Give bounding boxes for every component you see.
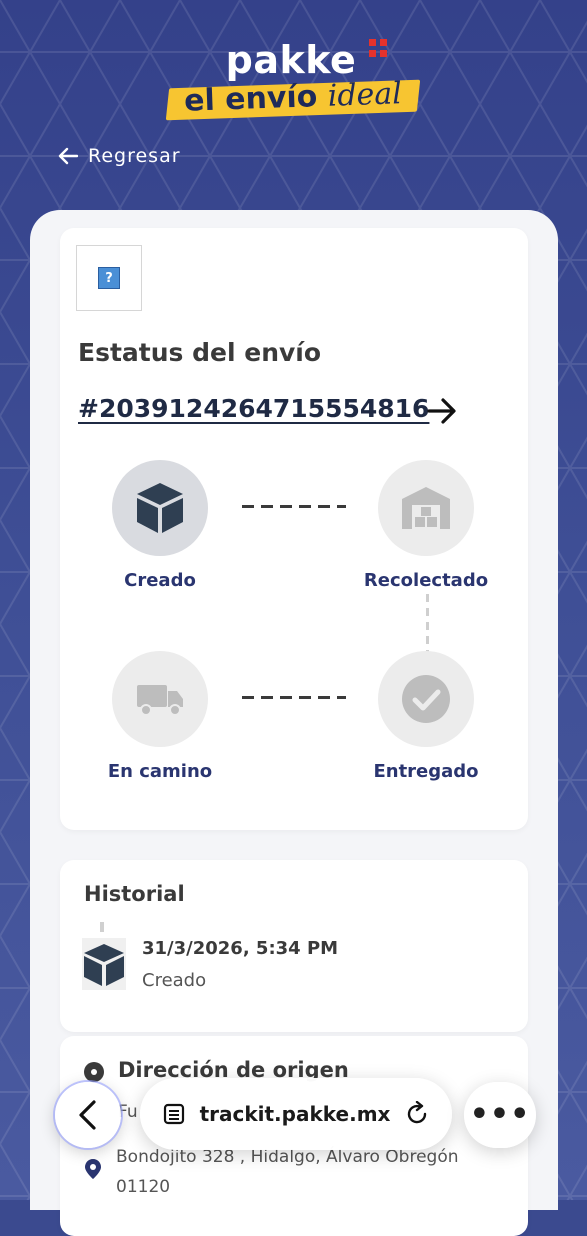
step-label: Creado	[124, 570, 196, 591]
address-line-2: 01120	[116, 1177, 171, 1197]
status-title: Estatus del envío	[78, 338, 322, 367]
timeline-line	[100, 922, 104, 932]
browser-toolbar: trackit.pakke.mx •••	[0, 1072, 587, 1162]
history-card: Historial 31/3/2026, 5:34 PM Creado	[60, 860, 528, 1032]
step-circle	[112, 460, 208, 556]
logo-dots-icon	[369, 39, 391, 61]
brand-logo: pakke	[0, 38, 587, 82]
step-en-camino: En camino	[80, 651, 240, 782]
step-label: Recolectado	[363, 570, 489, 591]
step-circle	[378, 651, 474, 747]
more-options-button[interactable]: •••	[464, 1082, 536, 1148]
url-text[interactable]: trackit.pakke.mx	[200, 1102, 391, 1126]
status-card: ? Estatus del envío #2039124264715554816…	[60, 228, 528, 830]
step-connector	[426, 594, 429, 654]
arrow-right-icon[interactable]	[426, 394, 458, 428]
brand-name: pakke	[225, 38, 357, 82]
back-link[interactable]: Regresar	[58, 145, 181, 167]
more-icon: •••	[469, 1097, 531, 1132]
step-creado: Creado	[80, 460, 240, 591]
history-date: 31/3/2026, 5:34 PM	[142, 938, 339, 959]
tabs-icon[interactable]	[162, 1102, 186, 1126]
step-circle	[112, 651, 208, 747]
history-status: Creado	[142, 970, 207, 991]
check-circle-icon	[402, 675, 450, 723]
tagline-emphasis: ideal	[327, 76, 403, 114]
broken-image-icon: ?	[76, 245, 142, 311]
tagline-main: el envío	[183, 79, 318, 119]
chevron-left-icon	[79, 1100, 96, 1130]
address-bar[interactable]: trackit.pakke.mx	[140, 1078, 452, 1150]
reload-icon[interactable]	[404, 1101, 430, 1127]
step-connector	[242, 696, 346, 699]
arrow-left-icon	[58, 147, 78, 165]
box-icon	[82, 938, 126, 990]
back-label: Regresar	[88, 145, 181, 167]
truck-icon	[137, 685, 183, 716]
step-label: Entregado	[373, 761, 479, 782]
step-entregado: Entregado	[346, 651, 506, 782]
history-title: Historial	[84, 882, 185, 906]
brand-tagline: el envío ideal	[165, 76, 421, 121]
step-label: En camino	[107, 761, 213, 782]
step-circle	[378, 460, 474, 556]
browser-back-button[interactable]	[55, 1082, 121, 1148]
box-icon	[137, 483, 183, 533]
step-connector	[242, 505, 346, 508]
tracking-number-link[interactable]: #2039124264715554816	[78, 394, 429, 423]
content-panel: ? Estatus del envío #2039124264715554816…	[30, 210, 558, 1236]
step-recolectado: Recolectado	[346, 460, 506, 591]
warehouse-icon	[402, 487, 450, 529]
